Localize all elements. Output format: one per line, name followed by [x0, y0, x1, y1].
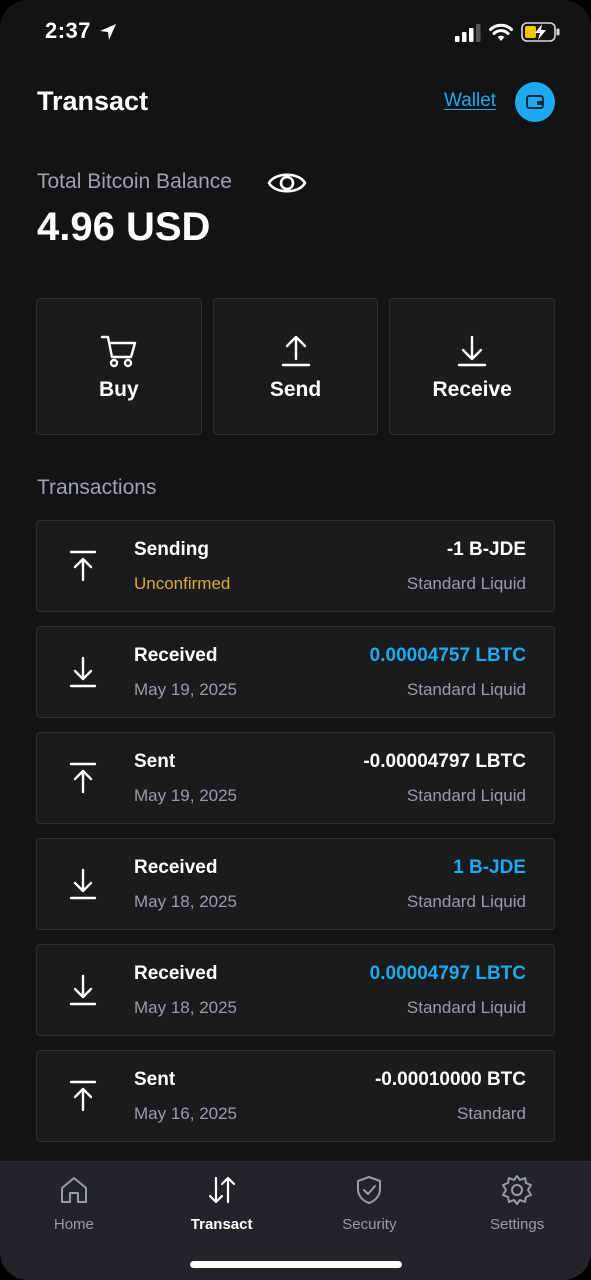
- transaction-row[interactable]: Sent May 16, 2025 -0.00010000 BTC Standard: [36, 1050, 555, 1142]
- transaction-amount: 0.00004797 LBTC: [369, 963, 526, 984]
- transaction-network: Standard Liquid: [406, 786, 526, 805]
- transactions-list: Sending Unconfirmed -1 B-JDE Standard Liqui…: [36, 520, 555, 1156]
- balance-label: Total Bitcoin Balance: [37, 170, 232, 193]
- transaction-amount: 0.00004757 LBTC: [369, 645, 526, 666]
- wallet-icon: [526, 95, 544, 109]
- tab-home-label: Home: [53, 1216, 94, 1233]
- transaction-network: Standard Liquid: [406, 998, 526, 1017]
- wallet-button[interactable]: [515, 82, 555, 122]
- transaction-row[interactable]: Received May 19, 2025 0.00004757 LBTC Stand…: [36, 626, 555, 718]
- send-arrow-icon: [69, 1080, 97, 1112]
- transaction-row[interactable]: Sending Unconfirmed -1 B-JDE Standard Liqui…: [36, 520, 555, 612]
- buy-label: Buy: [98, 377, 139, 401]
- transact-screen: 2:37 Transact Wallet Total Bitcoin Balan…: [0, 0, 591, 1280]
- action-buttons: Buy Send Receive: [36, 298, 556, 435]
- receive-arrow-icon: [69, 868, 97, 900]
- transaction-type: Sending: [134, 539, 209, 560]
- transaction-type: Received: [134, 645, 218, 666]
- transaction-date: May 19, 2025: [134, 786, 238, 805]
- transaction-amount: 1 B-JDE: [453, 857, 526, 878]
- status-bar: 2:37: [0, 0, 591, 62]
- upload-arrow-icon: [281, 335, 310, 366]
- transaction-network: Standard Liquid: [406, 574, 526, 593]
- home-indicator: [190, 1261, 402, 1268]
- balance-value: 4.96 USD: [37, 205, 211, 249]
- cart-icon: [100, 335, 137, 367]
- receive-arrow-icon: [69, 656, 97, 688]
- receive-arrow-icon: [69, 974, 97, 1006]
- transaction-row[interactable]: Received May 18, 2025 0.00004797 LBTC Stand…: [36, 944, 555, 1036]
- transaction-amount: -1 B-JDE: [446, 539, 526, 560]
- transaction-row[interactable]: Received May 18, 2025 1 B-JDE Standard Liqu…: [36, 838, 555, 930]
- transaction-date: May 16, 2025: [134, 1104, 238, 1123]
- tab-home[interactable]: Home: [0, 1162, 148, 1280]
- home-icon: [60, 1177, 87, 1203]
- send-label: Send: [269, 377, 322, 401]
- send-button[interactable]: Send: [212, 298, 379, 435]
- tab-security-label: Security: [342, 1216, 397, 1233]
- download-arrow-icon: [457, 335, 487, 366]
- transactions-title: Transactions: [37, 476, 157, 499]
- transaction-amount: -0.00010000 BTC: [374, 1069, 526, 1090]
- transaction-type: Sent: [134, 751, 176, 772]
- send-arrow-icon: [69, 762, 97, 794]
- send-arrow-icon: [69, 550, 97, 582]
- transaction-amount: -0.00004797 LBTC: [363, 751, 526, 772]
- wallet-link[interactable]: Wallet: [444, 90, 496, 112]
- transaction-date: Unconfirmed: [134, 574, 231, 593]
- transaction-type: Received: [134, 963, 218, 984]
- gear-icon: [502, 1175, 533, 1205]
- transaction-date: May 18, 2025: [134, 998, 238, 1017]
- shield-check-icon: [357, 1176, 382, 1204]
- buy-button[interactable]: Buy: [36, 298, 202, 435]
- transaction-network: Standard Liquid: [406, 892, 526, 911]
- receive-label: Receive: [432, 377, 512, 401]
- transaction-date: May 19, 2025: [134, 680, 238, 699]
- transaction-date: May 18, 2025: [134, 892, 238, 911]
- transaction-type: Received: [134, 857, 218, 878]
- transfer-arrows-icon: [208, 1176, 235, 1204]
- tab-settings-label: Settings: [490, 1216, 545, 1233]
- wifi-icon: [489, 23, 513, 41]
- battery-charging-icon: [521, 22, 560, 42]
- tab-settings[interactable]: Settings: [443, 1162, 591, 1280]
- signal-icon: [455, 24, 481, 42]
- transaction-network: Standard: [457, 1104, 526, 1123]
- transaction-network: Standard Liquid: [406, 680, 526, 699]
- status-time: 2:37: [45, 18, 92, 43]
- eye-icon[interactable]: [267, 168, 307, 198]
- transaction-type: Sent: [134, 1069, 176, 1090]
- location-arrow-icon: [100, 24, 116, 40]
- transaction-row[interactable]: Sent May 19, 2025 -0.00004797 LBTC Standard…: [36, 732, 555, 824]
- receive-button[interactable]: Receive: [389, 298, 556, 435]
- page-title: Transact: [37, 86, 149, 116]
- tab-transact-label: Transact: [190, 1216, 253, 1233]
